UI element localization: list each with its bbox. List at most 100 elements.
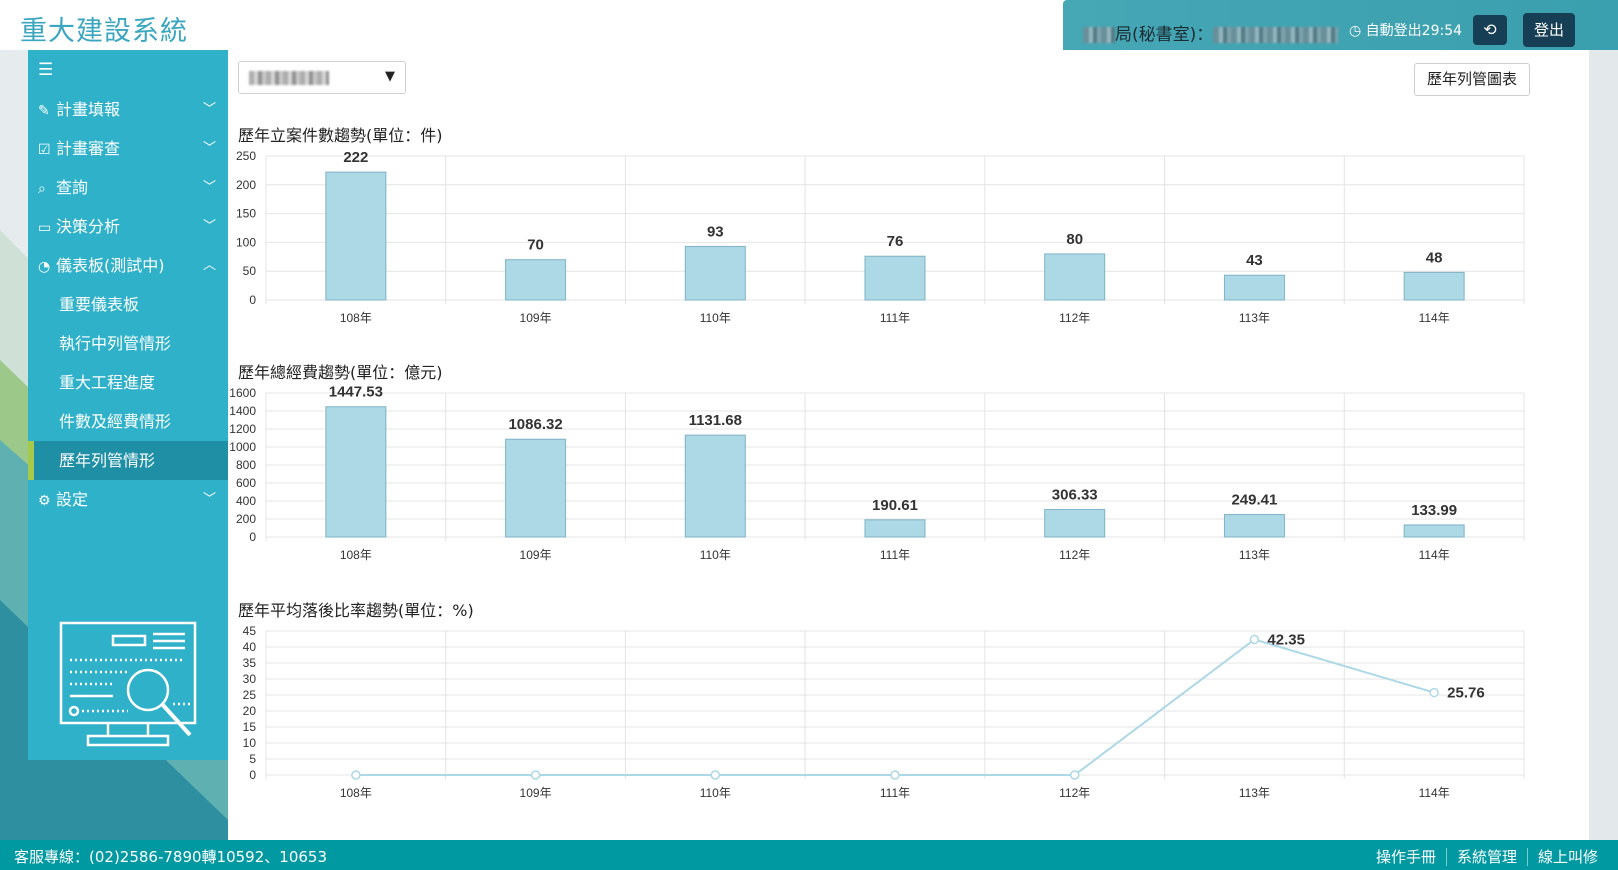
sidebar-item-plan-report[interactable]: ✎ 計畫填報 ﹀	[28, 90, 228, 129]
x-tick-label: 113年	[1239, 786, 1270, 800]
y-tick-label: 5	[249, 752, 256, 766]
y-tick-label: 1200	[229, 422, 256, 436]
data-label: 93	[707, 223, 724, 240]
bar	[1044, 508, 1106, 538]
x-tick-label: 112年	[1059, 311, 1090, 325]
sidebar-item-decision[interactable]: ▭ 決策分析 ﹀	[28, 207, 228, 246]
x-tick-label: 108年	[340, 311, 372, 325]
x-tick-label: 110年	[700, 548, 731, 562]
refresh-session-button[interactable]: ⟲	[1473, 15, 1507, 45]
footer-link-repair[interactable]: 線上叫修	[1526, 848, 1608, 866]
bar	[325, 406, 387, 538]
delay-rate-line-chart: 0 5 10 15 20 25 30 35 40 45 108年 109年 110年 111年 112年 11…	[243, 624, 1525, 800]
x-tick-label: 113年	[1239, 548, 1270, 562]
y-tick-label: 250	[236, 149, 256, 163]
x-tick-label: 114年	[1419, 786, 1450, 800]
user-bar: 局(秘書室)： ◷ 自動登出29:54 ⟲ 登出	[1063, 0, 1618, 50]
data-label: 190.61	[872, 497, 918, 514]
chevron-up-icon: ︿	[202, 258, 216, 273]
agency-select[interactable]: ▼	[238, 61, 406, 94]
sidebar-subitem-count-budget[interactable]: 件數及經費情形	[28, 402, 228, 441]
chart-title-total-budget: 歷年總經費趨勢(單位：億元)	[238, 363, 443, 382]
x-tick-label: 111年	[880, 311, 910, 325]
edit-icon: ✎	[38, 103, 50, 119]
sidebar-subitem-ongoing-status[interactable]: 執行中列管情形	[28, 324, 228, 363]
data-point	[890, 770, 900, 780]
data-point	[1249, 634, 1260, 645]
sidebar-item-query[interactable]: ⌕ 查詢 ﹀	[28, 168, 228, 207]
y-tick-label: 0	[249, 768, 256, 782]
search-monitor-illustration-icon	[59, 621, 197, 747]
data-label: 48	[1426, 249, 1443, 266]
bar	[1403, 271, 1465, 301]
x-tick-label: 113年	[1239, 311, 1270, 325]
chart-title-delay-rate: 歷年平均落後比率趨勢(單位：%)	[238, 601, 474, 620]
clock-icon: ◷	[1349, 23, 1362, 39]
data-label: 25.76	[1447, 685, 1485, 702]
top-header: 重大建設系統 局(秘書室)： ◷ 自動登出29:54 ⟲ 登出	[0, 0, 1618, 50]
x-tick-label: 112年	[1059, 548, 1090, 562]
data-label: 1447.53	[329, 384, 383, 401]
y-tick-label: 1000	[229, 440, 256, 454]
x-tick-label: 114年	[1419, 311, 1450, 325]
sidebar-subitem-annual-status[interactable]: 歷年列管情形	[28, 441, 228, 480]
x-tick-label: 111年	[880, 786, 910, 800]
data-label: 43	[1246, 252, 1263, 269]
footer-link-manual[interactable]: 操作手冊	[1366, 848, 1446, 866]
sidebar-item-dashboard[interactable]: ◔ 儀表板(測試中) ︿	[28, 246, 228, 285]
x-tick-label: 110年	[700, 311, 731, 325]
y-tick-label: 25	[243, 688, 257, 702]
menu-toggle-icon[interactable]: ☰	[28, 50, 228, 90]
sidebar-subitem-project-progress[interactable]: 重大工程進度	[28, 363, 228, 402]
chevron-down-icon: ﹀	[202, 492, 216, 507]
auto-logout-timer: ◷ 自動登出29:54	[1349, 23, 1463, 39]
x-tick-label: 112年	[1059, 786, 1090, 800]
x-tick-label: 110年	[700, 786, 731, 800]
bar	[1044, 253, 1106, 301]
data-point	[351, 770, 361, 780]
data-label: 76	[887, 233, 904, 250]
y-tick-label: 45	[243, 624, 257, 638]
data-label: 70	[527, 237, 544, 254]
data-label: 133.99	[1411, 502, 1457, 519]
main-content: ▼ 歷年列管圖表 歷年立案件數趨勢(單位：件) 0 50 100 150 200 250 1…	[228, 50, 1589, 840]
data-label: 306.33	[1052, 486, 1098, 503]
chevron-down-icon: ﹀	[202, 219, 216, 234]
y-tick-label: 600	[236, 476, 256, 490]
chevron-down-icon: ﹀	[202, 102, 216, 117]
footer-links: 操作手冊 系統管理 線上叫修	[1366, 846, 1608, 867]
y-tick-label: 10	[243, 736, 257, 750]
x-tick-label: 111年	[880, 548, 910, 562]
sidebar-item-plan-review[interactable]: ☑ 計畫審查 ﹀	[28, 129, 228, 168]
data-point	[1069, 770, 1080, 780]
data-label: 1131.68	[689, 412, 742, 429]
sidebar-item-settings[interactable]: ⚙ 設定 ﹀	[28, 480, 228, 519]
footer-link-admin[interactable]: 系統管理	[1445, 848, 1527, 866]
service-hotline: 客服專線：(02)2586-7890轉10592、10653	[14, 848, 327, 866]
bar	[684, 434, 746, 538]
total-budget-bar-chart: 0 200 400 600 800 1000 1200 1400 1600 108年 109年 110…	[229, 384, 1525, 562]
chevron-down-icon: ﹀	[202, 141, 216, 156]
bar	[1223, 274, 1285, 301]
sidebar-subitem-important-dashboard[interactable]: 重要儀表板	[28, 285, 228, 324]
dashboard-icon: ◔	[38, 259, 51, 275]
data-point	[530, 770, 541, 780]
logout-button[interactable]: 登出	[1523, 13, 1575, 47]
caret-down-icon: ▼	[385, 69, 395, 84]
x-tick-label: 109年	[520, 548, 552, 562]
footer: 客服專線：(02)2586-7890轉10592、10653 操作手冊 系統管理線…	[0, 840, 1618, 870]
x-tick-label: 108年	[340, 786, 372, 800]
app-title: 重大建設系統	[20, 16, 188, 47]
x-tick-label: 114年	[1419, 548, 1450, 562]
x-tick-label: 109年	[520, 311, 552, 325]
y-tick-label: 0	[249, 530, 256, 544]
chevron-down-icon: ﹀	[202, 180, 216, 195]
bar	[1223, 514, 1285, 538]
data-point	[1429, 687, 1439, 698]
annual-chart-button[interactable]: 歷年列管圖表	[1414, 63, 1530, 96]
y-tick-label: 40	[243, 640, 257, 654]
x-tick-label: 108年	[340, 548, 372, 562]
chart-title-case-count: 歷年立案件數趨勢(單位：件)	[238, 126, 443, 145]
y-tick-label: 1600	[229, 386, 256, 400]
y-tick-label: 150	[236, 207, 256, 221]
